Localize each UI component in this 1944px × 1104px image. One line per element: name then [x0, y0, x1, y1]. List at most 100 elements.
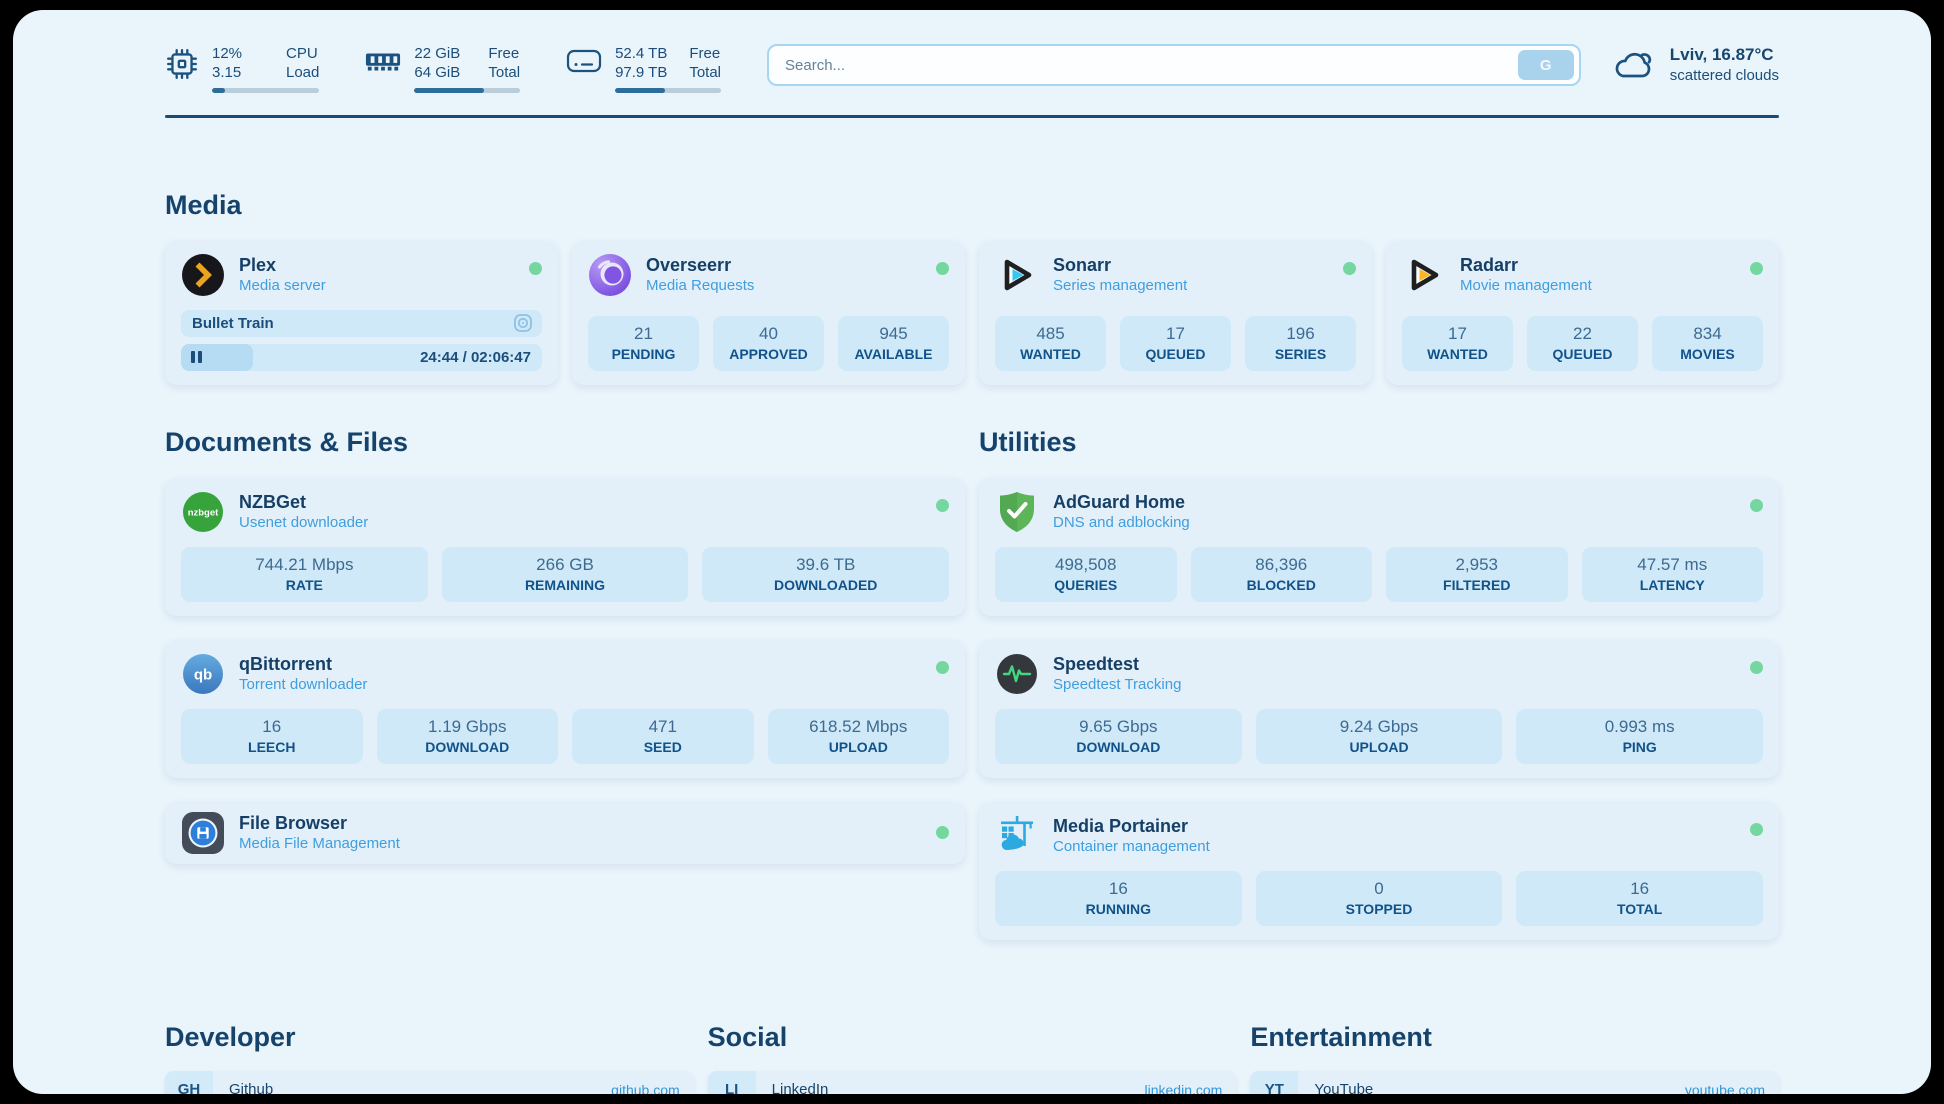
- top-bar: 12% 3.15 CPU Load: [165, 10, 1779, 93]
- weather-widget[interactable]: Lviv, 16.87°C scattered clouds: [1611, 44, 1779, 85]
- app-name: Speedtest: [1053, 653, 1181, 675]
- playback-time: 24:44 / 02:06:47: [420, 344, 531, 371]
- app-card-plex[interactable]: Plex Media server Bullet Train 24:44 / 0…: [165, 241, 558, 385]
- app-subtitle: Movie management: [1460, 276, 1592, 295]
- link-youtube[interactable]: YT YouTube youtube.com: [1250, 1071, 1779, 1095]
- app-subtitle: Container management: [1053, 837, 1210, 856]
- stat-upload: 9.24 Gbps UPLOAD: [1256, 709, 1503, 764]
- stats-row: 9.65 Gbps DOWNLOAD 9.24 Gbps UPLOAD 0.99…: [995, 696, 1763, 764]
- app-card-nzbget[interactable]: nzbget NZBGet Usenet downloader 744.21 M…: [165, 478, 965, 616]
- storage-progress-fill: [615, 88, 665, 93]
- stat-download: 9.65 Gbps DOWNLOAD: [995, 709, 1242, 764]
- app-name: Overseerr: [646, 254, 754, 276]
- storage-metric: 52.4 TB 97.9 TB Free Total: [566, 44, 721, 93]
- storage-total-value: 97.9 TB: [615, 63, 667, 82]
- stat-blocked: 86,396 BLOCKED: [1191, 547, 1373, 602]
- nzbget-icon: nzbget: [181, 490, 225, 534]
- sonarr-icon: [995, 253, 1039, 297]
- status-dot: [1343, 262, 1356, 275]
- link-name: LinkedIn: [772, 1081, 1145, 1094]
- section-title-social: Social: [708, 1022, 1237, 1053]
- status-dot: [936, 826, 949, 839]
- app-subtitle: Media Requests: [646, 276, 754, 295]
- app-card-adguard[interactable]: AdGuard Home DNS and adblocking 498,508 …: [979, 478, 1779, 616]
- middle-sections: Documents & Files nzbget NZBGet Usenet d…: [165, 427, 1779, 964]
- app-subtitle: Usenet downloader: [239, 513, 368, 532]
- stat-queries: 498,508 QUERIES: [995, 547, 1177, 602]
- link-badge: LI: [708, 1071, 756, 1095]
- status-dot: [529, 262, 542, 275]
- developer-links: Developer GH Github github.com SO StackO…: [165, 1022, 694, 1095]
- status-dot: [936, 499, 949, 512]
- overseerr-icon: [588, 253, 632, 297]
- stats-row: 498,508 QUERIES 86,396 BLOCKED 2,953 FIL…: [995, 534, 1763, 602]
- stat-queued: 17 QUEUED: [1120, 316, 1231, 371]
- storage-total-label: Total: [689, 63, 721, 82]
- stat-stopped: 0 STOPPED: [1256, 871, 1503, 926]
- link-linkedin[interactable]: LI LinkedIn linkedin.com: [708, 1071, 1237, 1095]
- link-url: linkedin.com: [1145, 1082, 1223, 1095]
- documents-column: Documents & Files nzbget NZBGet Usenet d…: [165, 427, 965, 888]
- app-card-portainer[interactable]: Media Portainer Container management 16 …: [979, 802, 1779, 940]
- utilities-column: Utilities AdGuard Home DNS and adblockin…: [979, 427, 1779, 964]
- memory-total-label: Total: [488, 63, 520, 82]
- qbittorrent-icon: qb: [181, 652, 225, 696]
- memory-free-value: 22 GiB: [414, 44, 466, 63]
- status-dot: [1750, 499, 1763, 512]
- search-bar: G: [767, 44, 1581, 86]
- status-dot: [1750, 661, 1763, 674]
- stat-wanted: 17 WANTED: [1402, 316, 1513, 371]
- search-engine-button[interactable]: G: [1518, 50, 1574, 80]
- memory-total-value: 64 GiB: [414, 63, 466, 82]
- stats-row: 744.21 Mbps RATE 266 GB REMAINING 39.6 T…: [181, 534, 949, 602]
- app-name: AdGuard Home: [1053, 491, 1190, 513]
- plex-icon: [181, 253, 225, 297]
- stat-filtered: 2,953 FILTERED: [1386, 547, 1568, 602]
- now-playing-row: Bullet Train: [181, 310, 542, 337]
- cloud-icon: [1611, 47, 1657, 83]
- stat-seed: 471 SEED: [572, 709, 754, 764]
- cpu-metric: 12% 3.15 CPU Load: [165, 44, 319, 93]
- stat-remaining: 266 GB REMAINING: [442, 547, 689, 602]
- stat-running: 16 RUNNING: [995, 871, 1242, 926]
- svg-text:nzbget: nzbget: [188, 507, 219, 518]
- memory-progress-track: [414, 88, 520, 93]
- load-label: Load: [286, 63, 319, 82]
- link-name: Github: [229, 1081, 611, 1094]
- session-camera-icon[interactable]: [512, 312, 534, 334]
- link-badge: GH: [165, 1071, 213, 1095]
- link-name: YouTube: [1314, 1081, 1685, 1094]
- status-dot: [1750, 823, 1763, 836]
- app-card-speedtest[interactable]: Speedtest Speedtest Tracking 9.65 Gbps D…: [979, 640, 1779, 778]
- stat-pending: 21 PENDING: [588, 316, 699, 371]
- app-name: File Browser: [239, 812, 400, 834]
- app-name: qBittorrent: [239, 653, 367, 675]
- app-card-qbittorrent[interactable]: qb qBittorrent Torrent downloader 16 LEE…: [165, 640, 965, 778]
- stat-ping: 0.993 ms PING: [1516, 709, 1763, 764]
- svg-text:qb: qb: [194, 666, 212, 683]
- link-github[interactable]: GH Github github.com: [165, 1071, 694, 1095]
- section-title-media: Media: [165, 190, 1779, 221]
- storage-free-value: 52.4 TB: [615, 44, 667, 63]
- app-card-radarr[interactable]: Radarr Movie management 17 WANTED 22 QUE…: [1386, 241, 1779, 385]
- memory-free-label: Free: [488, 44, 520, 63]
- stat-queued: 22 QUEUED: [1527, 316, 1638, 371]
- ram-stick-icon: [365, 47, 401, 77]
- search-input[interactable]: [783, 56, 1518, 75]
- app-subtitle: Media File Management: [239, 834, 400, 853]
- app-card-sonarr[interactable]: Sonarr Series management 485 WANTED 17 Q…: [979, 241, 1372, 385]
- app-card-overseerr[interactable]: Overseerr Media Requests 21 PENDING 40 A…: [572, 241, 965, 385]
- cpu-label: CPU: [286, 44, 319, 63]
- stat-upload: 618.52 Mbps UPLOAD: [768, 709, 950, 764]
- stats-row: 16 LEECH 1.19 Gbps DOWNLOAD 471 SEED 618…: [181, 696, 949, 764]
- weather-condition: scattered clouds: [1670, 66, 1779, 85]
- stats-row: 16 RUNNING 0 STOPPED 16 TOTAL: [995, 858, 1763, 926]
- app-card-filebrowser[interactable]: File Browser Media File Management: [165, 802, 965, 864]
- stats-row: 21 PENDING 40 APPROVED 945 AVAILABLE: [588, 303, 949, 371]
- media-cards-row: Plex Media server Bullet Train 24:44 / 0…: [165, 241, 1779, 385]
- memory-progress-fill: [414, 88, 484, 93]
- link-url: github.com: [611, 1082, 679, 1095]
- playback-progress-bar[interactable]: 24:44 / 02:06:47: [181, 344, 542, 371]
- app-subtitle: DNS and adblocking: [1053, 513, 1190, 532]
- app-name: Media Portainer: [1053, 815, 1210, 837]
